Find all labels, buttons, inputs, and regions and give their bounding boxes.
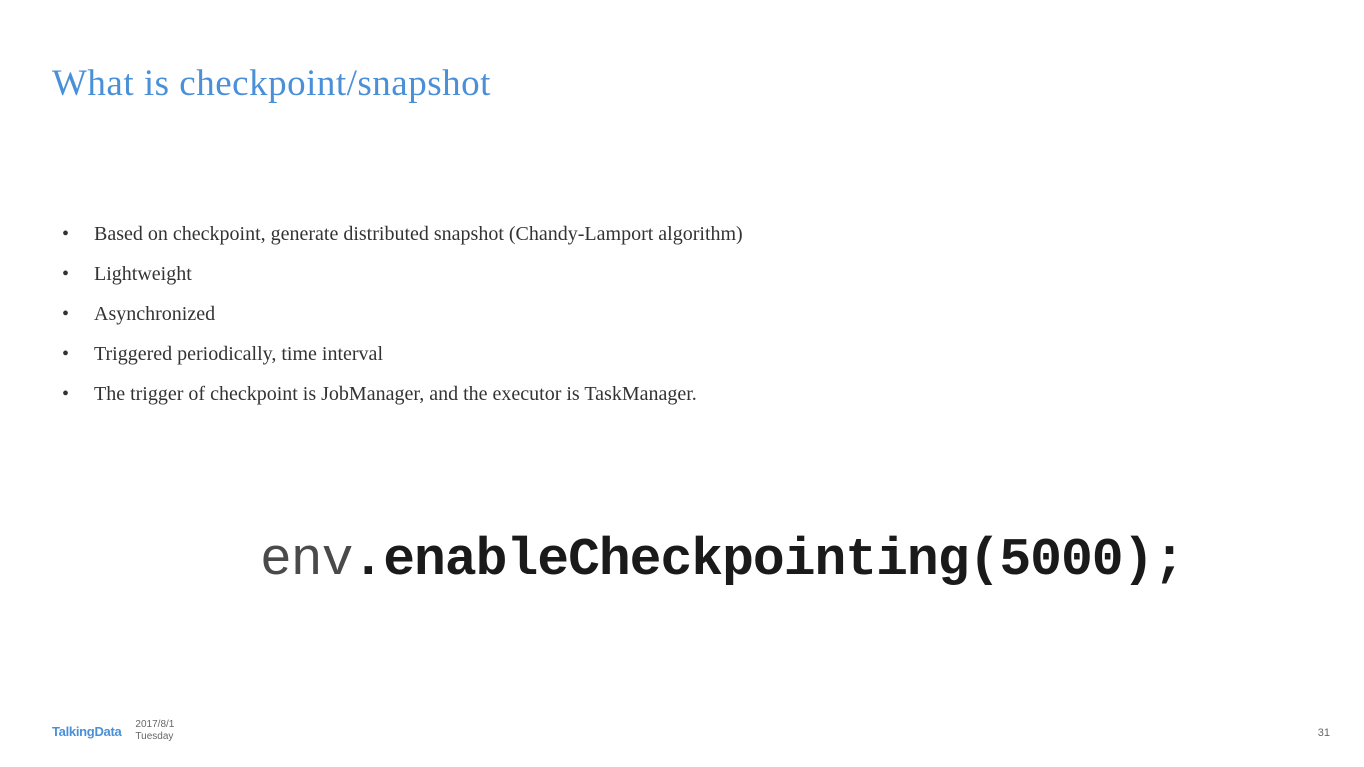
bullet-list: Based on checkpoint, generate distribute… bbox=[52, 214, 743, 414]
code-method-call: enableCheckpointing(5000); bbox=[383, 530, 1184, 590]
bullet-item: Asynchronized bbox=[52, 294, 743, 334]
code-object: env bbox=[260, 530, 352, 590]
footer: TalkingData 2017/8/1 Tuesday bbox=[52, 719, 174, 743]
bullet-item: Based on checkpoint, generate distribute… bbox=[52, 214, 743, 254]
slide-title: What is checkpoint/snapshot bbox=[52, 62, 491, 105]
bullet-item: The trigger of checkpoint is JobManager,… bbox=[52, 374, 743, 414]
footer-day: Tuesday bbox=[135, 731, 174, 743]
page-number: 31 bbox=[1318, 727, 1330, 739]
bullet-item: Lightweight bbox=[52, 254, 743, 294]
logo: TalkingData bbox=[52, 724, 121, 739]
footer-date: 2017/8/1 bbox=[135, 719, 174, 731]
bullet-item: Triggered periodically, time interval bbox=[52, 334, 743, 374]
footer-date-block: 2017/8/1 Tuesday bbox=[135, 719, 174, 743]
code-dot: . bbox=[352, 530, 383, 590]
code-snippet: env.enableCheckpointing(5000); bbox=[260, 530, 1184, 590]
